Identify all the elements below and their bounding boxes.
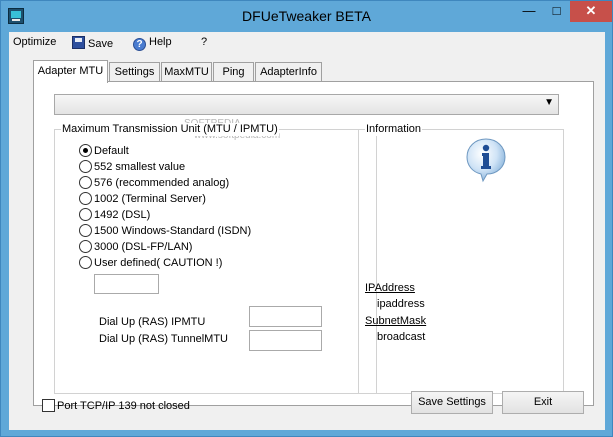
dialup-tunnelmtu-input[interactable]	[249, 330, 322, 351]
radio-label: 1002 (Terminal Server)	[94, 193, 206, 205]
radio-label: 1492 (DSL)	[94, 209, 151, 221]
tab-settings[interactable]: Settings	[109, 62, 160, 82]
radio-button[interactable]	[79, 240, 92, 253]
radio-button[interactable]	[79, 192, 92, 205]
ipaddress-value: ipaddress	[377, 298, 425, 310]
radio-label: User defined( CAUTION !)	[94, 257, 223, 269]
mtu-group-label: Maximum Transmission Unit (MTU / IPMTU)	[61, 123, 279, 136]
radio-label: 3000 (DSL-FP/LAN)	[94, 241, 193, 253]
mtu-groupbox: Maximum Transmission Unit (MTU / IPMTU) …	[54, 123, 377, 394]
mtu-option-default[interactable]: Default	[79, 144, 129, 159]
radio-button[interactable]	[79, 224, 92, 237]
radio-button[interactable]	[79, 160, 92, 173]
tab-maxmtu[interactable]: MaxMTU	[161, 62, 212, 82]
menu-save[interactable]: Save	[72, 36, 113, 50]
dialup-ipmtu-input[interactable]	[249, 306, 322, 327]
menu-help-label: Help	[149, 36, 172, 48]
adapter-select[interactable]: ▼	[54, 94, 559, 115]
user-defined-mtu-input[interactable]	[94, 274, 159, 294]
radio-label: Default	[94, 145, 129, 157]
subnetmask-value: broadcast	[377, 331, 426, 343]
dialup-tunnelmtu-label: Dial Up (RAS) TunnelMTU	[99, 333, 228, 345]
maximize-button[interactable]: □	[543, 1, 570, 22]
information-group-label: Information	[365, 123, 423, 136]
radio-label: 552 smallest value	[94, 161, 186, 173]
adapter-mtu-panel: ▼ SOFTPEDIA www.softpedia.com Maximum Tr…	[33, 81, 594, 406]
mtu-option-1492[interactable]: 1492 (DSL)	[79, 208, 150, 223]
port-139-label: Port TCP/IP 139 not closed	[57, 400, 190, 412]
radio-button[interactable]	[79, 176, 92, 189]
tab-adapter-mtu[interactable]: Adapter MTU	[33, 60, 108, 83]
close-button[interactable]: ✕	[570, 1, 612, 22]
mtu-option-576[interactable]: 576 (recommended analog)	[79, 176, 229, 191]
tab-ping[interactable]: Ping	[213, 62, 254, 82]
menu-help[interactable]: ? Help	[133, 36, 172, 51]
menu-save-label: Save	[88, 38, 114, 50]
minimize-button[interactable]: —	[515, 1, 543, 22]
save-settings-button[interactable]: Save Settings	[411, 391, 493, 414]
mtu-option-552[interactable]: 552 smallest value	[79, 160, 185, 175]
mtu-option-1500[interactable]: 1500 Windows-Standard (ISDN)	[79, 224, 251, 239]
title-bar[interactable]: DFUeTweaker BETA — □ ✕	[1, 1, 612, 31]
radio-button[interactable]	[79, 208, 92, 221]
information-groupbox: Information IPAddress ipaddress SubnetMa…	[358, 123, 564, 394]
chevron-down-icon: ▼	[544, 97, 554, 108]
exit-button[interactable]: Exit	[502, 391, 584, 414]
dialup-ipmtu-label: Dial Up (RAS) IPMTU	[99, 316, 206, 328]
ipaddress-heading: IPAddress	[365, 282, 415, 294]
client-area: Optimize Save ? Help ? Adapter MTU Settin…	[9, 32, 605, 430]
floppy-disk-icon	[72, 36, 85, 49]
radio-button[interactable]	[79, 144, 92, 157]
subnetmask-heading: SubnetMask	[365, 315, 427, 327]
menu-about[interactable]: ?	[201, 36, 207, 48]
mtu-option-1002[interactable]: 1002 (Terminal Server)	[79, 192, 206, 207]
app-window: DFUeTweaker BETA — □ ✕ Optimize Save ? He…	[0, 0, 613, 437]
tab-adapterinfo[interactable]: AdapterInfo	[255, 62, 322, 82]
radio-label: 576 (recommended analog)	[94, 177, 230, 189]
port-139-checkbox[interactable]	[42, 399, 55, 412]
radio-button[interactable]	[79, 256, 92, 269]
help-icon: ?	[133, 38, 146, 51]
mtu-option-user-defined[interactable]: User defined( CAUTION !)	[79, 256, 222, 271]
menu-bar: Optimize Save ? Help ?	[9, 32, 605, 53]
mtu-option-3000[interactable]: 3000 (DSL-FP/LAN)	[79, 240, 192, 255]
menu-optimize[interactable]: Optimize	[13, 36, 56, 48]
radio-label: 1500 Windows-Standard (ISDN)	[94, 225, 252, 237]
info-icon	[466, 138, 506, 183]
